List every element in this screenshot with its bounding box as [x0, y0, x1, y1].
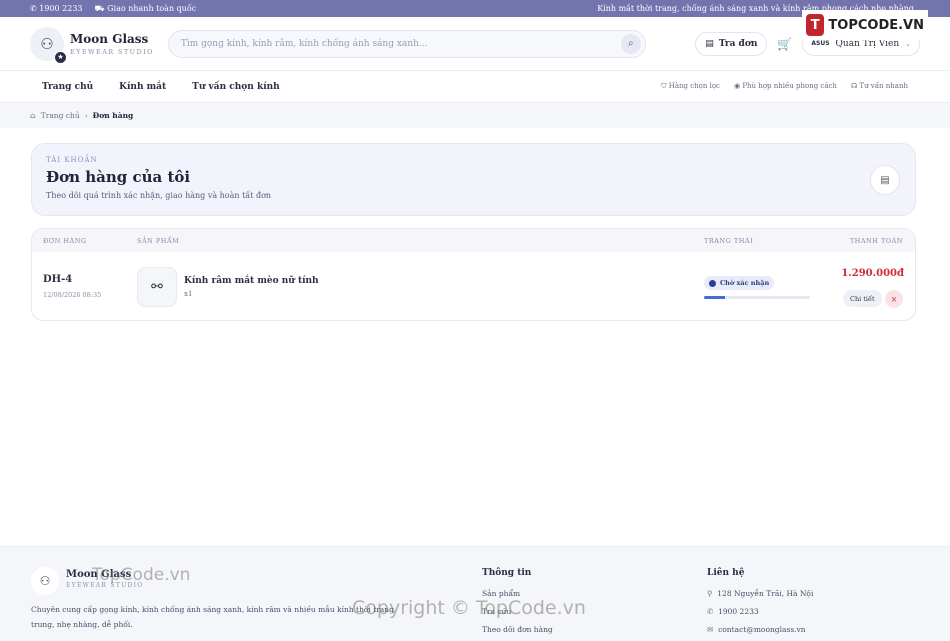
mail-icon: ✉	[707, 625, 714, 634]
topcode-logo-icon: T	[806, 14, 825, 36]
order-total: 1.290.000đ	[841, 268, 904, 279]
product-quantity: x1	[184, 290, 193, 298]
footer: ⚇ Moon Glass EYEWEAR STUDIO Chuyên cung …	[0, 546, 950, 641]
col-order: ĐƠN HÀNG	[43, 236, 87, 245]
order-id[interactable]: DH-4	[43, 274, 72, 285]
nav-item-advice[interactable]: Tư vấn chọn kính	[192, 82, 280, 92]
col-payment: THANH TOÁN	[849, 236, 903, 245]
info-title: Thông tin	[482, 568, 532, 578]
main-nav: Trang chủ Kính mắt Tư vấn chọn kính ⛉ Hà…	[0, 71, 950, 103]
glasses-icon: ⚇	[39, 574, 51, 588]
search-icon: ⌕	[628, 38, 634, 49]
detail-button[interactable]: Chi tiết	[843, 290, 882, 307]
footer-link-track[interactable]: Theo dõi đơn hàng	[482, 625, 553, 634]
table-row[interactable]: DH-4 12/08/2026 08:35 ⚯ Kính râm mắt mèo…	[32, 252, 915, 320]
phone-icon: ✆	[30, 4, 37, 13]
clipboard-icon: ▤	[705, 38, 714, 49]
watermark-topcode: TopCode.vn	[92, 565, 191, 585]
breadcrumb: ⌂ Trang chủ › Đơn hàng	[0, 103, 950, 128]
contact-address: ⚲ 128 Nguyễn Trãi, Hà Nội	[707, 589, 814, 598]
receipt-icon: ▤	[870, 165, 900, 195]
hero-kicker: TÀI KHOẢN	[46, 156, 98, 164]
shipping-info: ⛟ Giao nhanh toàn quốc	[94, 3, 197, 13]
order-date: 12/08/2026 08:35	[43, 291, 102, 299]
col-product: SẢN PHẨM	[137, 236, 180, 245]
cart-icon[interactable]: 🛒	[777, 37, 792, 51]
brand-name: Moon Glass	[70, 31, 149, 46]
page-title: Đơn hàng của tôi	[46, 168, 191, 186]
search-input[interactable]: Tìm gọng kính, kính râm, kính chống ánh …	[167, 29, 646, 58]
feature-support: ☊ Tư vấn nhanh	[850, 82, 908, 90]
page-hero: TÀI KHOẢN Đơn hàng của tôi Theo dõi quá …	[31, 143, 916, 216]
chevron-right-icon: ›	[84, 111, 88, 120]
shield-icon: ⛉	[661, 82, 667, 90]
search-placeholder: Tìm gọng kính, kính râm, kính chống ánh …	[180, 38, 428, 49]
watermark-copyright: Copyright © TopCode.vn	[352, 597, 586, 619]
logo[interactable]: ⚇ ★	[30, 26, 67, 64]
breadcrumb-home[interactable]: Trang chủ	[41, 111, 80, 120]
page-description: Theo dõi quá trình xác nhận, giao hàng v…	[46, 191, 272, 200]
nav-item-home[interactable]: Trang chủ	[42, 82, 93, 92]
chevron-down-icon: ⌄	[905, 39, 911, 48]
order-progress-fill	[704, 296, 726, 299]
footer-logo[interactable]: ⚇	[31, 567, 59, 595]
table-header: ĐƠN HÀNG SẢN PHẨM TRẠNG THÁI THANH TOÁN	[32, 229, 915, 252]
track-order-button[interactable]: ▤ Tra đơn	[695, 31, 768, 56]
clock-icon	[709, 279, 716, 287]
headset-icon: ☊	[850, 82, 858, 90]
topcode-logo: T TOPCODE.VN	[802, 10, 928, 40]
status-badge: Chờ xác nhận	[704, 276, 775, 290]
brand[interactable]: Moon Glass EYEWEAR STUDIO	[70, 32, 154, 56]
search-button[interactable]: ⌕	[620, 33, 641, 54]
contact-email[interactable]: ✉ contact@moonglass.vn	[707, 625, 806, 634]
feature-style: ◉ Phù hợp nhiều phong cách	[733, 82, 837, 90]
contact-title: Liên hệ	[707, 568, 745, 578]
close-icon: ×	[890, 294, 898, 304]
glasses-icon: ⚯	[151, 279, 163, 295]
footer-desc-line1: Chuyên cung cấp gọng kính, kính chống án…	[31, 605, 394, 614]
truck-icon: ⛟	[94, 3, 105, 13]
contact-phone: ✆ 1900 2233	[707, 607, 759, 616]
glasses-icon: ⚇	[40, 34, 54, 53]
feature-curated: ⛉ Hàng chọn lọc	[661, 82, 720, 90]
orders-table: ĐƠN HÀNG SẢN PHẨM TRẠNG THÁI THANH TOÁN …	[31, 228, 916, 321]
col-status: TRẠNG THÁI	[704, 236, 754, 245]
phone-icon: ✆	[707, 607, 714, 616]
eye-icon: ◉	[733, 82, 741, 90]
breadcrumb-current: Đơn hàng	[92, 111, 134, 120]
phone-info: ✆ 1900 2233	[30, 4, 83, 13]
product-name[interactable]: Kính râm mắt mèo nữ tính	[184, 276, 319, 286]
footer-desc-line2: trung, nhẹ nhàng, dễ phối.	[31, 620, 133, 629]
map-pin-icon: ⚲	[707, 589, 713, 598]
home-icon: ⌂	[30, 111, 36, 120]
cancel-order-button[interactable]: ×	[885, 290, 903, 308]
user-avatar-icon: ASUS	[811, 40, 830, 47]
star-icon: ★	[54, 50, 67, 64]
product-thumbnail[interactable]: ⚯	[137, 267, 177, 307]
order-progress	[704, 296, 810, 299]
brand-sub: EYEWEAR STUDIO	[70, 47, 154, 56]
nav-item-glasses[interactable]: Kính mắt	[119, 82, 166, 92]
